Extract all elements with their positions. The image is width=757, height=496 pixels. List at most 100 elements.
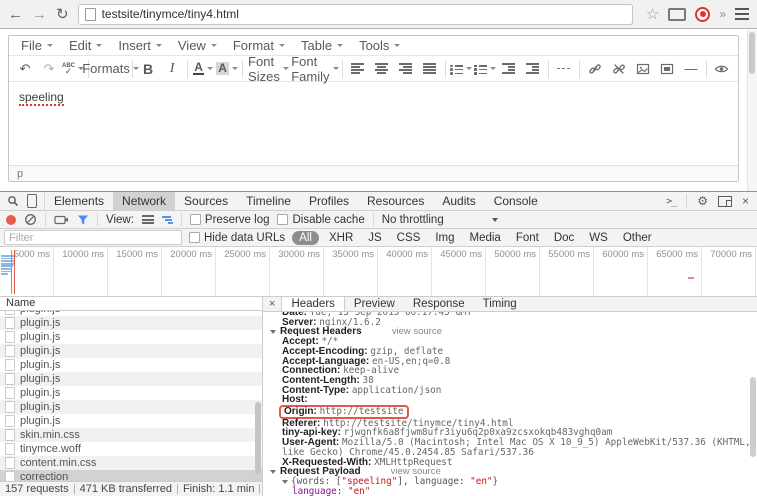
request-row[interactable]: plugin.js [0, 372, 262, 386]
request-row[interactable]: tinymce.woff [0, 442, 262, 456]
settings-gear-icon[interactable]: ⚙ [697, 194, 708, 208]
menu-tools[interactable]: Tools [351, 37, 408, 54]
menu-format[interactable]: Format [225, 37, 293, 54]
bold-button[interactable]: B [136, 59, 160, 79]
insert-media-icon[interactable] [655, 59, 679, 79]
request-row[interactable]: plugin.js [0, 344, 262, 358]
record-network-icon[interactable] [6, 215, 16, 225]
reload-icon[interactable]: ↻ [56, 7, 69, 22]
hide-data-urls-checkbox[interactable]: Hide data URLs [189, 232, 285, 244]
filter-type-doc[interactable]: Doc [549, 232, 579, 244]
view-source-link[interactable]: view source [392, 327, 442, 337]
request-row[interactable]: plugin.js [0, 330, 262, 344]
checkbox-icon[interactable] [189, 232, 200, 243]
network-overview-timeline[interactable]: 5000 ms10000 ms15000 ms20000 ms25000 ms3… [0, 247, 757, 297]
font-sizes-dropdown[interactable]: Font Sizes [246, 59, 291, 79]
filter-type-css[interactable]: CSS [392, 232, 426, 244]
scrollbar-thumb[interactable] [255, 402, 261, 474]
detail-tab-timing[interactable]: Timing [474, 297, 526, 311]
menu-insert[interactable]: Insert [110, 37, 170, 54]
filter-funnel-icon[interactable] [77, 214, 89, 226]
align-right-icon[interactable] [394, 59, 418, 79]
large-rows-icon[interactable] [142, 214, 154, 226]
scrollbar-thumb[interactable] [749, 32, 755, 74]
tab-resources[interactable]: Resources [358, 192, 433, 210]
horizontal-rule-icon[interactable]: — [679, 59, 703, 79]
waterfall-timeline-icon[interactable] [162, 215, 173, 225]
filter-type-all[interactable]: All [292, 231, 319, 245]
align-justify-icon[interactable] [418, 59, 442, 79]
outdent-icon[interactable] [497, 59, 521, 79]
detail-tab-headers[interactable]: Headers [281, 297, 344, 311]
tab-profiles[interactable]: Profiles [300, 192, 358, 210]
insert-image-icon[interactable] [631, 59, 655, 79]
chrome-menu-icon[interactable] [735, 8, 749, 20]
page-break-icon[interactable] [552, 59, 576, 79]
tab-sources[interactable]: Sources [175, 192, 237, 210]
tab-audits[interactable]: Audits [433, 192, 484, 210]
numbered-list-button[interactable] [473, 59, 497, 79]
back-icon[interactable]: ← [8, 7, 23, 22]
dock-side-icon[interactable] [718, 196, 732, 207]
bullet-list-button[interactable] [449, 59, 473, 79]
request-row[interactable]: content.min.css [0, 456, 262, 470]
tab-elements[interactable]: Elements [45, 192, 113, 210]
checkbox-icon[interactable] [190, 214, 201, 225]
font-family-dropdown[interactable]: Font Family [291, 59, 339, 79]
detail-tab-response[interactable]: Response [404, 297, 474, 311]
clear-icon[interactable] [24, 213, 37, 226]
align-left-icon[interactable] [346, 59, 370, 79]
tab-network[interactable]: Network [113, 192, 175, 210]
screenshot-camera-icon[interactable] [54, 214, 69, 225]
inspect-search-icon[interactable] [7, 195, 19, 207]
background-color-button[interactable]: A [215, 59, 239, 79]
request-row[interactable]: correction [0, 470, 262, 481]
console-drawer-icon[interactable]: >_ [666, 196, 676, 207]
editor-content-area[interactable]: speeling [9, 82, 738, 165]
scrollbar-thumb[interactable] [750, 377, 756, 457]
address-bar[interactable]: testsite/tinymce/tiny4.html [78, 4, 633, 25]
checkbox-icon[interactable] [277, 214, 288, 225]
undo-icon[interactable]: ↶ [13, 59, 37, 79]
filter-type-media[interactable]: Media [465, 232, 506, 244]
element-path[interactable]: p [17, 168, 23, 180]
italic-button[interactable]: I [160, 59, 184, 79]
formats-dropdown[interactable]: Formats [92, 59, 129, 79]
filter-type-xhr[interactable]: XHR [324, 232, 358, 244]
menu-view[interactable]: View [170, 37, 225, 54]
redo-icon[interactable]: ↷ [37, 59, 61, 79]
name-column-header[interactable]: Name [0, 297, 262, 311]
close-detail-icon[interactable]: × [263, 297, 281, 311]
request-row[interactable]: plugin.js [0, 414, 262, 428]
misspelled-word[interactable]: speeling [19, 90, 64, 106]
filter-type-other[interactable]: Other [618, 232, 657, 244]
disable-cache-checkbox[interactable]: Disable cache [277, 214, 364, 226]
request-row[interactable]: plugin.js [0, 400, 262, 414]
request-row[interactable]: skin.min.css [0, 428, 262, 442]
devtools-close-icon[interactable]: × [742, 194, 749, 208]
filter-type-js[interactable]: JS [363, 232, 386, 244]
tab-timeline[interactable]: Timeline [237, 192, 300, 210]
record-extension-icon[interactable] [695, 7, 710, 22]
request-row[interactable]: plugin.js [0, 316, 262, 330]
request-row[interactable]: plugin.js [0, 386, 262, 400]
request-row[interactable]: plugin.js [0, 358, 262, 372]
align-center-icon[interactable] [370, 59, 394, 79]
cast-icon[interactable] [668, 8, 686, 21]
section-header[interactable]: Request Headersview source [268, 327, 757, 337]
page-scrollbar[interactable] [747, 30, 757, 191]
filter-type-ws[interactable]: WS [584, 232, 613, 244]
extensions-overflow-icon[interactable]: » [719, 7, 726, 21]
text-color-button[interactable]: A [191, 59, 215, 79]
filter-type-img[interactable]: Img [430, 232, 459, 244]
preview-eye-icon[interactable] [710, 59, 734, 79]
url-text[interactable]: testsite/tinymce/tiny4.html [102, 7, 239, 21]
menu-edit[interactable]: Edit [61, 37, 110, 54]
insert-link-icon[interactable] [583, 59, 607, 79]
remove-link-icon[interactable] [607, 59, 631, 79]
device-mode-icon[interactable] [27, 194, 37, 208]
tab-console[interactable]: Console [485, 192, 547, 210]
bookmark-star-icon[interactable]: ☆ [646, 5, 659, 23]
filter-type-font[interactable]: Font [511, 232, 544, 244]
throttling-dropdown[interactable]: No throttling [382, 214, 498, 226]
